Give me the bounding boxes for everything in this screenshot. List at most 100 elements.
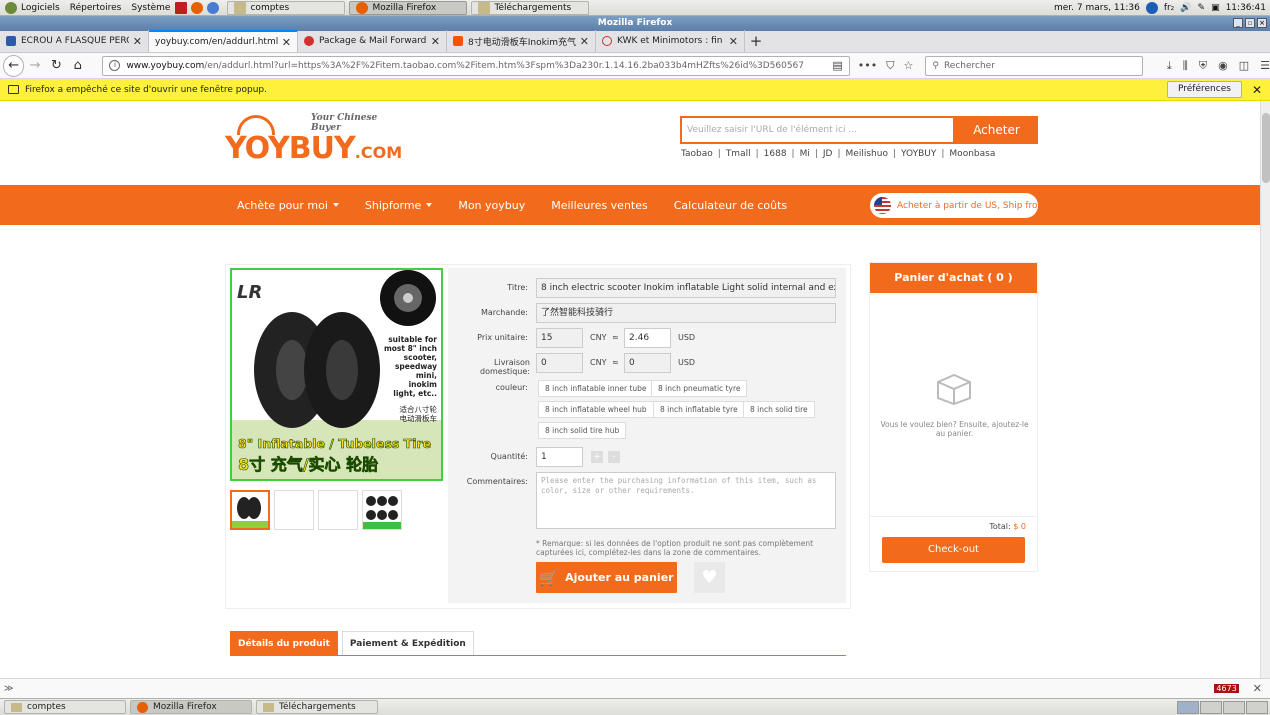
title-field[interactable]: 8 inch electric scooter Inokim inflatabl… xyxy=(536,278,836,298)
close-tab-icon[interactable]: ✕ xyxy=(431,35,440,48)
shipping-cny[interactable]: 0 xyxy=(536,353,583,373)
link-tmall[interactable]: Tmall xyxy=(726,149,751,159)
tab-taobao-item[interactable]: 8寸电动滑板车Inokim充气山 ✕ xyxy=(447,30,596,52)
tab-product-details[interactable]: Détails du produit xyxy=(230,631,338,656)
thumbnail-1[interactable] xyxy=(230,490,270,530)
hamburger-menu-icon[interactable]: ☰ xyxy=(1260,59,1270,73)
firefox-launcher-icon[interactable] xyxy=(191,1,204,14)
reader-view-icon[interactable]: ▤ xyxy=(832,59,842,72)
home-button[interactable]: ⌂ xyxy=(67,55,88,77)
comments-textarea[interactable]: Please enter the purchasing information … xyxy=(536,472,836,529)
minimize-icon[interactable]: _ xyxy=(1233,18,1243,28)
quantity-minus-button[interactable]: - xyxy=(608,451,620,463)
menu-systeme[interactable]: Système xyxy=(126,0,175,16)
filezilla-icon[interactable] xyxy=(175,1,188,14)
download-icon[interactable]: ⤓ xyxy=(1167,59,1172,73)
task-comptes[interactable]: comptes xyxy=(227,0,346,15)
color-option[interactable]: 8 inch inflatable tyre xyxy=(653,401,745,418)
preferences-button[interactable]: Préférences xyxy=(1167,81,1242,98)
panel-datetime[interactable]: mer. 7 mars, 11:36 xyxy=(1054,3,1140,13)
sidebar-icon[interactable]: ◫ xyxy=(1239,59,1249,73)
workspace-1[interactable] xyxy=(1177,700,1199,714)
nav-best-sellers[interactable]: Meilleures ventes xyxy=(551,199,648,212)
close-tab-icon[interactable]: ✕ xyxy=(133,35,142,48)
menu-logiciels[interactable]: Logiciels xyxy=(0,0,65,16)
keyboard-layout[interactable]: fr₂ xyxy=(1164,3,1174,13)
scrollbar-thumb[interactable] xyxy=(1262,113,1270,183)
link-jd[interactable]: JD xyxy=(823,149,833,159)
tab-yoybuy[interactable]: yoybuy.com/en/addurl.html?u ✕ xyxy=(149,30,298,52)
workspace-2[interactable] xyxy=(1200,700,1222,714)
maximize-icon[interactable]: ▫ xyxy=(1245,18,1255,28)
pocket-icon[interactable]: ⛉ xyxy=(886,59,894,73)
item-url-input[interactable]: Veuillez saisir l'URL de l'élément ici .… xyxy=(680,116,955,144)
search-bar[interactable]: ⚲ Rechercher xyxy=(925,55,1143,76)
close-tab-icon[interactable]: ✕ xyxy=(580,35,589,48)
nav-buy-for-me[interactable]: Achète pour moi xyxy=(237,199,339,212)
task-comptes[interactable]: comptes xyxy=(4,700,126,714)
nav-shipforme[interactable]: Shipforme xyxy=(365,199,433,212)
workspace-4[interactable] xyxy=(1246,700,1268,714)
buy-from-us-button[interactable]: Acheter à partir de US, Ship from xyxy=(870,193,1038,218)
color-option[interactable]: 8 inch inflatable wheel hub xyxy=(538,401,654,418)
library-icon[interactable]: ⫼ xyxy=(1183,59,1188,73)
page-scrollbar[interactable] xyxy=(1260,101,1270,678)
tab-payment-shipping[interactable]: Paiement & Expédition xyxy=(341,631,474,656)
page-actions-icon[interactable]: ••• xyxy=(858,59,877,72)
nav-cost-calculator[interactable]: Calculateur de coûts xyxy=(674,199,787,212)
workspace-switcher[interactable] xyxy=(1177,700,1270,714)
color-option[interactable]: 8 inch solid tire hub xyxy=(538,422,627,439)
volume-icon[interactable]: 🔊 xyxy=(1180,3,1191,13)
hp-icon[interactable] xyxy=(1145,1,1158,14)
chrome-launcher-icon[interactable] xyxy=(207,1,220,14)
back-button[interactable]: ← xyxy=(3,54,25,77)
workspace-3[interactable] xyxy=(1223,700,1245,714)
task-firefox[interactable]: Mozilla Firefox xyxy=(349,0,468,15)
buy-button[interactable]: Acheter xyxy=(955,116,1038,144)
link-moonbasa[interactable]: Moonbasa xyxy=(949,149,995,159)
expand-icon[interactable]: ≫ xyxy=(4,684,13,694)
unit-price-cny[interactable]: 15 xyxy=(536,328,583,348)
pen-icon[interactable]: ✎ xyxy=(1198,3,1206,13)
unit-price-usd[interactable]: 2.46 xyxy=(624,328,671,348)
close-window-icon[interactable]: × xyxy=(1257,18,1267,28)
task-telechargements[interactable]: Téléchargements xyxy=(256,700,378,714)
url-bar[interactable]: i www.yoybuy.com/en/addurl.html?url=http… xyxy=(102,55,850,76)
quantity-plus-button[interactable]: + xyxy=(591,451,603,463)
thumbnail-4[interactable] xyxy=(362,490,402,530)
task-firefox[interactable]: Mozilla Firefox xyxy=(130,700,252,714)
close-bar-icon[interactable]: ✕ xyxy=(1253,682,1262,695)
link-1688[interactable]: 1688 xyxy=(764,149,787,159)
shipping-usd[interactable]: 0 xyxy=(624,353,671,373)
site-info-icon[interactable]: i xyxy=(109,60,121,71)
link-mi[interactable]: Mi xyxy=(800,149,810,159)
quantity-input[interactable]: 1 xyxy=(536,447,583,467)
link-yoybuy[interactable]: YOYBUY xyxy=(901,149,936,159)
nav-my-yoybuy[interactable]: Mon yoybuy xyxy=(458,199,525,212)
task-telechargements[interactable]: Téléchargements xyxy=(471,0,590,15)
new-tab-button[interactable]: + xyxy=(745,30,767,52)
tab-kwk-minimotors[interactable]: KWK et Minimotors : fin de ✕ xyxy=(596,30,745,52)
bookmark-star-icon[interactable]: ☆ xyxy=(903,59,913,72)
add-to-cart-button[interactable]: 🛒 Ajouter au panier xyxy=(536,562,677,593)
link-taobao[interactable]: Taobao xyxy=(681,149,713,159)
panel-clock[interactable]: 11:36:41 xyxy=(1226,3,1266,13)
forward-button[interactable]: → xyxy=(24,55,45,77)
close-tab-icon[interactable]: ✕ xyxy=(729,35,738,48)
thumbnail-3[interactable] xyxy=(318,490,358,530)
menu-repertoires[interactable]: Répertoires xyxy=(65,0,127,16)
site-logo[interactable]: Your Chinese Buyer YOYBUY.COM xyxy=(223,107,408,171)
color-option[interactable]: 8 inch inflatable inner tube xyxy=(538,380,654,397)
close-notice-icon[interactable]: ✕ xyxy=(1252,83,1262,97)
tab-ecrou[interactable]: ECROU À FLASQUE PERCÉ ✕ xyxy=(0,30,149,52)
color-option[interactable]: 8 inch solid tire xyxy=(743,401,815,418)
extension-icon[interactable]: ◉ xyxy=(1218,59,1228,73)
favorite-button[interactable]: ♥ xyxy=(694,562,725,593)
color-option[interactable]: 8 inch pneumatic tyre xyxy=(651,380,748,397)
thumbnail-2[interactable] xyxy=(274,490,314,530)
tab-package-forwarding[interactable]: Package & Mail Forwardin ✕ xyxy=(298,30,447,52)
network-icon[interactable]: ▣ xyxy=(1211,3,1220,13)
shield-icon[interactable]: ⛨ xyxy=(1199,59,1207,73)
merchant-field[interactable]: 了然智能科技骑行 xyxy=(536,303,836,323)
checkout-button[interactable]: Check-out xyxy=(882,537,1025,563)
